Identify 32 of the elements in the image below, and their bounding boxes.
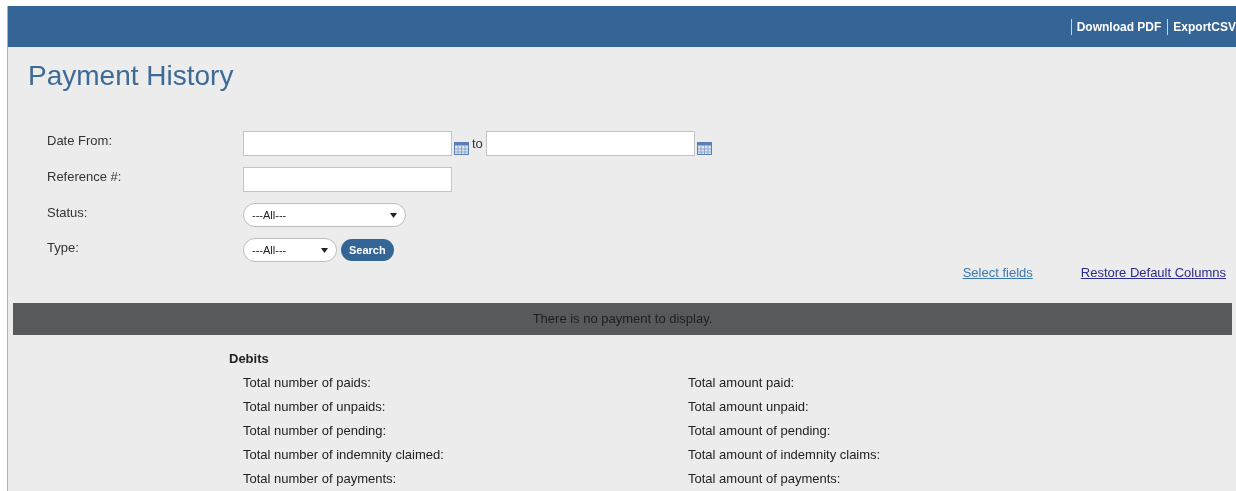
page-title: Payment History bbox=[28, 59, 235, 93]
section-heading: Debits bbox=[229, 349, 270, 368]
summary-label: Total number of payments: bbox=[243, 470, 398, 488]
header-link[interactable]: ExportCSV bbox=[1173, 17, 1236, 36]
empty-message-bar: There is no payment to display. bbox=[13, 302, 1232, 335]
summary-label: Total number of pending: bbox=[243, 422, 388, 440]
dropdown-arrow-icon bbox=[390, 212, 397, 218]
field-label: Date From: bbox=[47, 132, 113, 150]
calendar-icon[interactable] bbox=[696, 141, 712, 155]
summary-label: Total amount of payments: bbox=[688, 470, 842, 488]
calendar-icon[interactable] bbox=[454, 141, 469, 155]
text-field[interactable] bbox=[485, 131, 695, 156]
summary-label: Total number of unpaids: bbox=[243, 398, 387, 416]
search-button[interactable]: Search bbox=[341, 239, 394, 261]
summary-label: Total amount unpaid: bbox=[688, 398, 810, 416]
range-separator: to bbox=[472, 134, 483, 153]
field-label: Reference #: bbox=[47, 168, 123, 186]
text-field[interactable] bbox=[243, 131, 452, 156]
field-label: Status: bbox=[47, 204, 89, 222]
text-field[interactable] bbox=[243, 167, 452, 192]
summary-label: Total amount of pending: bbox=[688, 422, 832, 440]
dropdown[interactable]: ---All--- bbox=[243, 203, 406, 227]
summary-label: Total number of indemnity claimed: bbox=[243, 446, 445, 464]
link[interactable]: Restore Default Columns bbox=[1080, 263, 1226, 283]
summary-label: Total number of paids: bbox=[243, 374, 372, 392]
summary-label: Total amount paid: bbox=[688, 374, 796, 392]
header-link[interactable]: Download PDF bbox=[1076, 17, 1162, 36]
summary-label: Total amount of indemnity claims: bbox=[688, 446, 882, 464]
dropdown[interactable]: ---All--- bbox=[243, 238, 337, 262]
dropdown-arrow-icon bbox=[321, 247, 328, 253]
field-label: Type: bbox=[47, 239, 80, 257]
link[interactable]: Select fields bbox=[962, 263, 1033, 283]
